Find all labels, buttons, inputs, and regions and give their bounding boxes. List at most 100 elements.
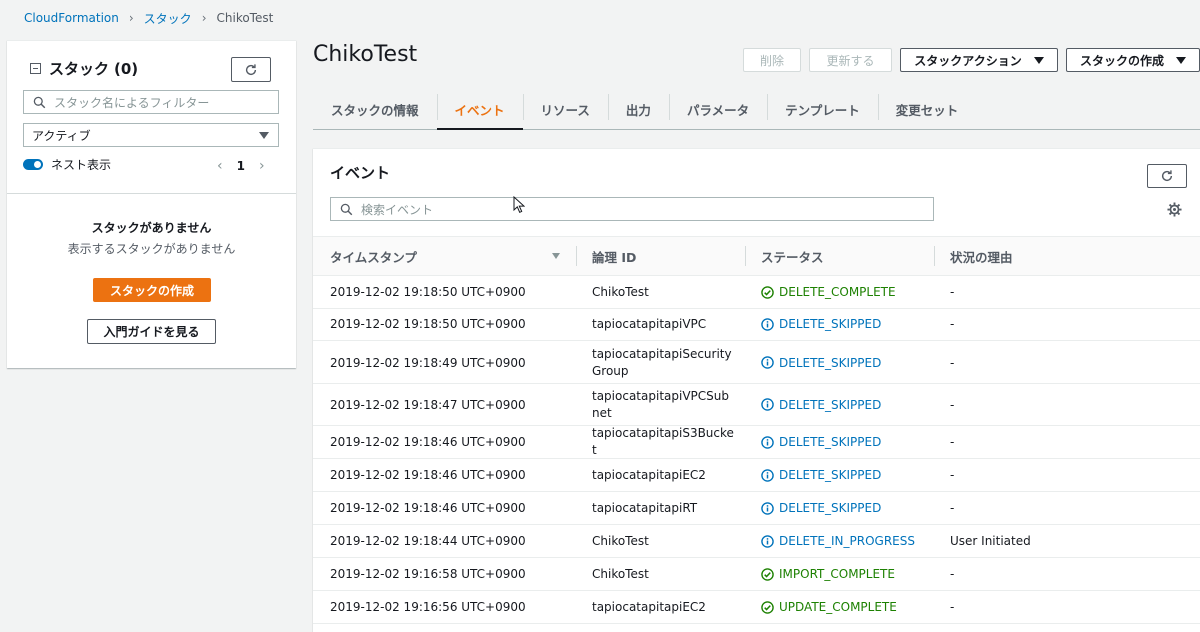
event-timestamp: 2019-12-02 19:18:46 UTC+0900 (330, 468, 526, 482)
event-status-label: DELETE_SKIPPED (779, 317, 882, 331)
table-row: 2019-12-02 19:18:50 UTC+0900 tapiocatapit… (313, 308, 1200, 341)
update-button[interactable]: 更新する (809, 48, 892, 72)
event-reason: - (950, 317, 955, 331)
tab-resources[interactable]: リソース (522, 90, 608, 129)
collapse-icon[interactable] (30, 63, 41, 74)
table-row: 2019-12-02 19:18:46 UTC+0900 tapiocatapit… (313, 459, 1200, 492)
stacks-count: (0) (114, 59, 139, 78)
event-logical-id: tapiocatapitapiS3Bucket (592, 426, 734, 457)
info-circle-icon (761, 435, 774, 449)
table-row: 2019-12-02 19:16:56 UTC+0900 tapiocatapit… (313, 591, 1200, 624)
event-timestamp: 2019-12-02 19:18:46 UTC+0900 (330, 501, 526, 515)
event-status: DELETE_SKIPPED (761, 501, 881, 515)
event-status-label: IMPORT_COMPLETE (779, 567, 895, 581)
event-status-label: DELETE_SKIPPED (779, 355, 882, 370)
stack-actions-button[interactable]: スタックアクション (900, 48, 1058, 72)
gear-icon[interactable] (1167, 202, 1182, 217)
event-status-label: DELETE_SKIPPED (779, 468, 882, 482)
events-panel: イベント 検索イベント タイムスタンプ 論理 ID ステータス 状況の理由 20… (313, 148, 1200, 632)
table-row: 2019-12-02 19:18:47 UTC+0900 tapiocatapit… (313, 384, 1200, 426)
tab-change-sets[interactable]: 変更セット (877, 90, 977, 129)
event-status: DELETE_COMPLETE (761, 285, 896, 299)
events-search-input[interactable]: 検索イベント (330, 197, 934, 221)
stack-filter-placeholder: スタック名によるフィルター (54, 95, 210, 110)
events-title: イベント (330, 164, 391, 182)
event-timestamp: 2019-12-02 19:16:58 UTC+0900 (330, 567, 526, 581)
create-stack-button[interactable]: スタックの作成 (93, 278, 211, 302)
event-logical-id: ChikoTest (592, 533, 649, 548)
tab-stack-info[interactable]: スタックの情報 (313, 90, 437, 129)
breadcrumb-current: ChikoTest (216, 11, 274, 25)
caret-down-icon (1033, 56, 1044, 64)
column-header-reason[interactable]: 状況の理由 (950, 237, 1013, 275)
event-status-cell: DELETE_IN_PROGRESS (761, 525, 941, 557)
getting-started-button[interactable]: 入門ガイドを見る (87, 319, 216, 344)
event-reason: User Initiated (950, 534, 1031, 548)
table-row: 2019-12-02 19:18:44 UTC+0900 ChikoTest DEL… (313, 525, 1200, 558)
empty-state-title: スタックがありません (91, 221, 212, 235)
chevron-right-icon: › (128, 11, 134, 25)
info-circle-icon (761, 501, 774, 515)
event-reason: - (950, 355, 955, 370)
event-timestamp: 2019-12-02 19:16:56 UTC+0900 (330, 600, 526, 614)
table-row: 2019-12-02 19:18:46 UTC+0900 tapiocatapit… (313, 426, 1200, 459)
create-stack-label: スタックの作成 (1079, 53, 1164, 68)
event-logical-id: ChikoTest (592, 566, 649, 581)
check-circle-icon (761, 567, 774, 581)
event-timestamp: 2019-12-02 19:18:44 UTC+0900 (330, 534, 526, 548)
event-status: DELETE_SKIPPED (761, 317, 881, 331)
info-circle-icon (761, 317, 774, 331)
nested-view-toggle[interactable] (23, 159, 43, 170)
tab-outputs[interactable]: 出力 (607, 90, 669, 129)
table-row: 2019-12-02 19:16:58 UTC+0900 ChikoTest IMP… (313, 558, 1200, 591)
column-header-timestamp[interactable]: タイムスタンプ (330, 237, 417, 275)
tab-template[interactable]: テンプレート (767, 90, 878, 129)
create-stack-dropdown-button[interactable]: スタックの作成 (1066, 48, 1200, 72)
event-reason: - (950, 600, 955, 614)
chevron-right-icon: › (201, 11, 207, 25)
tab-events[interactable]: イベント (436, 90, 523, 130)
info-circle-icon (761, 468, 774, 482)
table-row: 2019-12-02 19:18:50 UTC+0900 ChikoTest DEL… (313, 276, 1200, 309)
column-header-logical-id[interactable]: 論理 ID (592, 237, 636, 275)
column-header-status[interactable]: ステータス (761, 237, 824, 275)
event-status-label: DELETE_COMPLETE (779, 285, 896, 299)
event-status-cell: DELETE_SKIPPED (761, 384, 941, 425)
breadcrumb-cloudformation[interactable]: CloudFormation (24, 11, 119, 25)
event-status-label: DELETE_IN_PROGRESS (779, 534, 915, 548)
page-title: ChikoTest (313, 42, 418, 67)
status-filter-select[interactable]: アクティブ (23, 123, 279, 147)
event-timestamp: 2019-12-02 19:18:50 UTC+0900 (330, 317, 526, 331)
chevron-left-icon[interactable]: ‹ (217, 158, 223, 174)
page-number[interactable]: 1 (237, 159, 245, 173)
events-search-placeholder: 検索イベント (361, 202, 434, 217)
caret-down-icon (1176, 56, 1186, 64)
event-status-cell: DELETE_SKIPPED (761, 342, 941, 383)
event-timestamp: 2019-12-02 19:18:47 UTC+0900 (330, 397, 526, 412)
empty-state-subtitle: 表示するスタックがありません (67, 242, 236, 256)
breadcrumb-stacks[interactable]: スタック (144, 10, 192, 27)
delete-button[interactable]: 削除 (743, 48, 801, 72)
event-status-label: DELETE_SKIPPED (779, 501, 882, 515)
event-status-cell: DELETE_COMPLETE (761, 276, 941, 308)
chevron-right-icon[interactable]: › (259, 158, 265, 174)
check-circle-icon (761, 600, 774, 614)
event-status-cell: IMPORT_COMPLETE (761, 558, 941, 590)
nested-view-row: ネスト表示 (23, 156, 111, 173)
sort-desc-icon[interactable] (552, 253, 560, 259)
tab-parameters[interactable]: パラメータ (668, 90, 767, 129)
status-filter-value: アクティブ (32, 128, 91, 143)
event-logical-id: tapiocatapitapiVPCSubnet (592, 388, 729, 420)
events-refresh-button[interactable] (1147, 164, 1187, 188)
pagination: ‹ 1 › (217, 158, 265, 174)
event-reason: - (950, 285, 955, 299)
stack-filter-input[interactable]: スタック名によるフィルター (23, 90, 279, 114)
event-reason: - (950, 501, 955, 515)
event-status: UPDATE_COMPLETE (761, 600, 897, 614)
refresh-icon (245, 63, 257, 75)
breadcrumb: CloudFormation › スタック › ChikoTest (24, 10, 273, 26)
stacks-refresh-button[interactable] (231, 57, 271, 82)
info-circle-icon (761, 356, 774, 369)
event-status: DELETE_SKIPPED (761, 435, 881, 449)
event-timestamp: 2019-12-02 19:18:49 UTC+0900 (330, 355, 526, 370)
